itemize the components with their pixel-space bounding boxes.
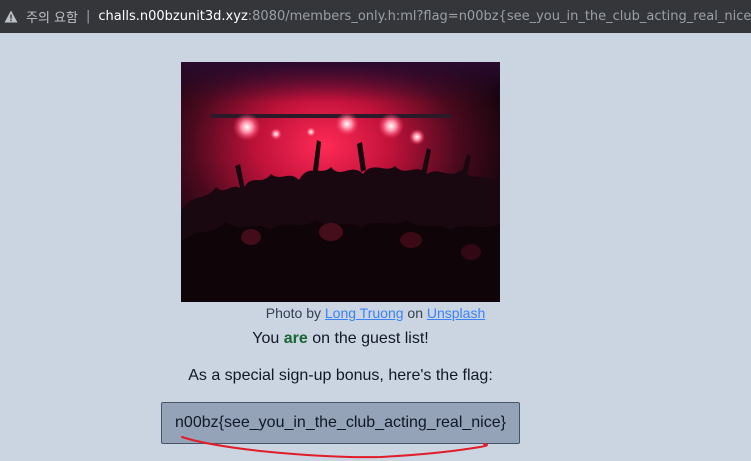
url-path[interactable]: :8080/members_only.h:ml?flag=n00bz{see_y… — [248, 9, 751, 24]
warning-icon[interactable] — [4, 10, 18, 24]
browser-address-bar[interactable]: 주의 요함 | challs.n00bzunit3d.xyz:8080/memb… — [0, 0, 751, 33]
caption-middle: on — [407, 305, 423, 321]
url-host[interactable]: challs.n00bzunit3d.xyz — [98, 9, 247, 24]
photo-caption: Photo by Long Truong on Unsplash — [0, 305, 751, 321]
guest-before: You — [252, 330, 280, 347]
flag-box: n00bz{see_you_in_the_club_acting_real_ni… — [161, 402, 520, 444]
caption-prefix: Photo by — [265, 305, 321, 321]
guest-after: on the guest list! — [312, 330, 429, 347]
unsplash-link[interactable]: Unsplash — [427, 305, 485, 321]
security-status-label[interactable]: 주의 요함 — [26, 7, 78, 26]
concert-photo — [181, 62, 500, 302]
guest-list-message: You are on the guest list! — [0, 330, 681, 348]
flag-text: n00bz{see_you_in_the_club_acting_real_ni… — [175, 414, 506, 431]
page-content: Photo by Long Truong on Unsplash You are… — [0, 33, 751, 461]
bonus-message: As a special sign-up bonus, here's the f… — [188, 367, 493, 384]
guest-emphasis: are — [283, 330, 308, 347]
author-link[interactable]: Long Truong — [325, 305, 404, 321]
address-separator: | — [85, 9, 91, 24]
